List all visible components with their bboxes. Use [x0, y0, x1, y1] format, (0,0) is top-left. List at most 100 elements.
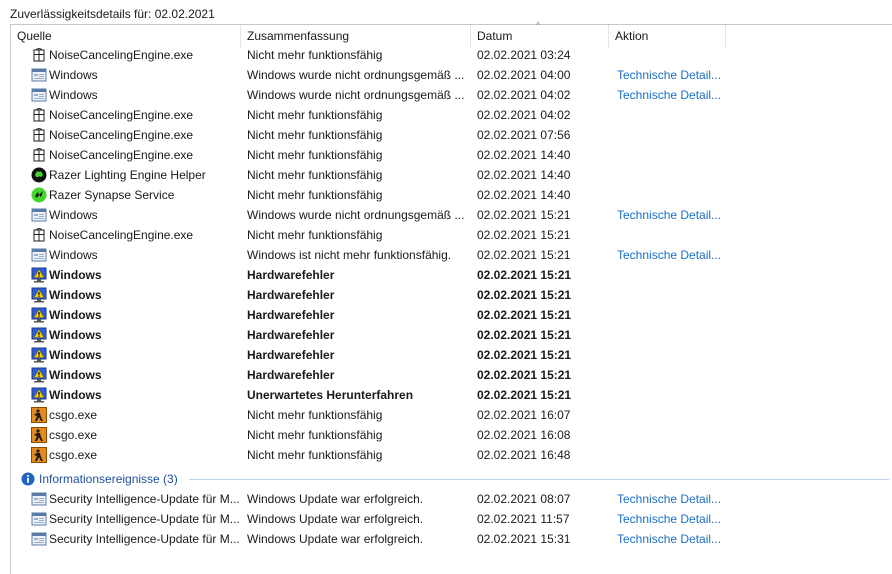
- action-link[interactable]: Technische Detail...: [617, 529, 727, 549]
- summary-cell: Hardwarefehler: [247, 368, 335, 382]
- table-row[interactable]: Razer Synapse Service Nicht mehr funktion…: [11, 185, 891, 205]
- action-link: [617, 445, 727, 465]
- source-cell: NoiseCancelingEngine.exe: [49, 128, 194, 142]
- hardware-icon: [31, 287, 47, 303]
- source-cell: Security Intelligence-Update für M...: [49, 512, 240, 526]
- table-row[interactable]: Windows Hardwarefehler 02.02.2021 15:21: [11, 265, 891, 285]
- group-divider: [189, 479, 889, 480]
- info-table-row[interactable]: Security Intelligence-Update für M... Win…: [11, 529, 891, 549]
- column-header-summary[interactable]: Zusammenfassung: [241, 25, 471, 47]
- info-icon: [21, 472, 35, 486]
- source-cell: NoiseCancelingEngine.exe: [49, 228, 194, 242]
- table-row[interactable]: NoiseCancelingEngine.exe Nicht mehr funkt…: [11, 225, 891, 245]
- table-row[interactable]: csgo.exe Nicht mehr funktionsfähig 02.02.2…: [11, 405, 891, 425]
- action-link: [617, 365, 727, 385]
- window-icon: [31, 247, 47, 263]
- date-cell: 02.02.2021 14:40: [477, 168, 571, 182]
- table-row[interactable]: Windows Hardwarefehler 02.02.2021 15:21: [11, 365, 891, 385]
- table-row[interactable]: Windows Windows ist nicht mehr funktionsf…: [11, 245, 891, 265]
- hardware-icon: [31, 307, 47, 323]
- hardware-icon: [31, 347, 47, 363]
- date-cell: 02.02.2021 16:48: [477, 448, 571, 462]
- group-label: Informationsereignisse (3): [39, 472, 178, 486]
- table-row[interactable]: NoiseCancelingEngine.exe Nicht mehr funkt…: [11, 125, 891, 145]
- date-cell: 02.02.2021 08:07: [477, 492, 571, 506]
- action-link: [617, 285, 727, 305]
- date-cell: 02.02.2021 15:21: [477, 368, 572, 382]
- table-row[interactable]: Razer Lighting Engine Helper Nicht mehr f…: [11, 165, 891, 185]
- source-cell: NoiseCancelingEngine.exe: [49, 148, 194, 162]
- source-cell: Razer Lighting Engine Helper: [49, 168, 206, 182]
- action-link[interactable]: Technische Detail...: [617, 85, 727, 105]
- hardware-icon: [31, 387, 47, 403]
- date-cell: 02.02.2021 04:02: [477, 88, 571, 102]
- source-cell: Windows: [49, 248, 98, 262]
- window-icon: [31, 491, 47, 507]
- summary-cell: Windows ist nicht mehr funktionsfähig.: [247, 248, 452, 262]
- table-row[interactable]: Windows Windows wurde nicht ordnungsgemäß…: [11, 65, 891, 85]
- window-icon: [31, 511, 47, 527]
- table-row[interactable]: Windows Hardwarefehler 02.02.2021 15:21: [11, 345, 891, 365]
- source-cell: Windows: [49, 308, 102, 322]
- group-header-info[interactable]: Informationsereignisse (3): [11, 469, 891, 489]
- app-icon: [31, 227, 47, 243]
- date-cell: 02.02.2021 15:21: [477, 388, 572, 402]
- date-cell: 02.02.2021 14:40: [477, 188, 571, 202]
- table-row[interactable]: csgo.exe Nicht mehr funktionsfähig 02.02.2…: [11, 445, 891, 465]
- date-cell: 02.02.2021 15:21: [477, 348, 572, 362]
- date-cell: 02.02.2021 14:40: [477, 148, 571, 162]
- date-cell: 02.02.2021 04:02: [477, 108, 571, 122]
- summary-cell: Hardwarefehler: [247, 328, 335, 342]
- action-link[interactable]: Technische Detail...: [617, 509, 727, 529]
- summary-cell: Windows Update war erfolgreich.: [247, 492, 424, 506]
- hardware-icon: [31, 367, 47, 383]
- source-cell: Windows: [49, 88, 98, 102]
- action-link: [617, 305, 727, 325]
- summary-cell: Windows Update war erfolgreich.: [247, 512, 424, 526]
- summary-cell: Nicht mehr funktionsfähig: [247, 168, 383, 182]
- table-row[interactable]: Windows Hardwarefehler 02.02.2021 15:21: [11, 325, 891, 345]
- summary-cell: Nicht mehr funktionsfähig: [247, 108, 383, 122]
- source-cell: Security Intelligence-Update für M...: [49, 492, 240, 506]
- table-row[interactable]: Windows Hardwarefehler 02.02.2021 15:21: [11, 285, 891, 305]
- table-row[interactable]: csgo.exe Nicht mehr funktionsfähig 02.02.2…: [11, 425, 891, 445]
- source-cell: csgo.exe: [49, 428, 98, 442]
- info-table-row[interactable]: Security Intelligence-Update für M... Win…: [11, 509, 891, 529]
- window-icon: [31, 531, 47, 547]
- app-icon: [31, 107, 47, 123]
- summary-cell: Windows wurde nicht ordnungsgemäß ...: [247, 88, 465, 102]
- column-header-action[interactable]: Aktion: [609, 25, 726, 47]
- source-cell: Windows: [49, 388, 102, 402]
- hardware-icon: [31, 267, 47, 283]
- razer-icon: [31, 167, 47, 183]
- summary-cell: Nicht mehr funktionsfähig: [247, 148, 383, 162]
- table-row[interactable]: NoiseCancelingEngine.exe Nicht mehr funkt…: [11, 45, 891, 65]
- table-row[interactable]: NoiseCancelingEngine.exe Nicht mehr funkt…: [11, 145, 891, 165]
- table-row[interactable]: Windows Hardwarefehler 02.02.2021 15:21: [11, 305, 891, 325]
- summary-cell: Unerwartetes Herunterfahren: [247, 388, 414, 402]
- table-row[interactable]: Windows Windows wurde nicht ordnungsgemäß…: [11, 205, 891, 225]
- action-link: [617, 105, 727, 125]
- table-row[interactable]: Windows Unerwartetes Herunterfahren 02.02.…: [11, 385, 891, 405]
- page-title: Zuverlässigkeitsdetails für: 02.02.2021: [10, 7, 215, 21]
- hardware-icon: [31, 327, 47, 343]
- summary-cell: Windows wurde nicht ordnungsgemäß ...: [247, 208, 465, 222]
- date-cell: 02.02.2021 03:24: [477, 48, 571, 62]
- summary-cell: Nicht mehr funktionsfähig: [247, 448, 383, 462]
- date-cell: 02.02.2021 04:00: [477, 68, 571, 82]
- table-row[interactable]: NoiseCancelingEngine.exe Nicht mehr funkt…: [11, 105, 891, 125]
- action-link[interactable]: Technische Detail...: [617, 205, 727, 225]
- table-row[interactable]: Windows Windows wurde nicht ordnungsgemäß…: [11, 85, 891, 105]
- action-link[interactable]: Technische Detail...: [617, 245, 727, 265]
- action-link: [617, 345, 727, 365]
- summary-cell: Nicht mehr funktionsfähig: [247, 188, 383, 202]
- summary-cell: Windows Update war erfolgreich.: [247, 532, 424, 546]
- column-header-source[interactable]: Quelle: [11, 25, 241, 47]
- action-link[interactable]: Technische Detail...: [617, 65, 727, 85]
- source-cell: Razer Synapse Service: [49, 188, 175, 202]
- info-table-row[interactable]: Security Intelligence-Update für M... Win…: [11, 489, 891, 509]
- csgo-icon: [31, 427, 47, 443]
- action-link: [617, 325, 727, 345]
- action-link[interactable]: Technische Detail...: [617, 489, 727, 509]
- summary-cell: Hardwarefehler: [247, 308, 335, 322]
